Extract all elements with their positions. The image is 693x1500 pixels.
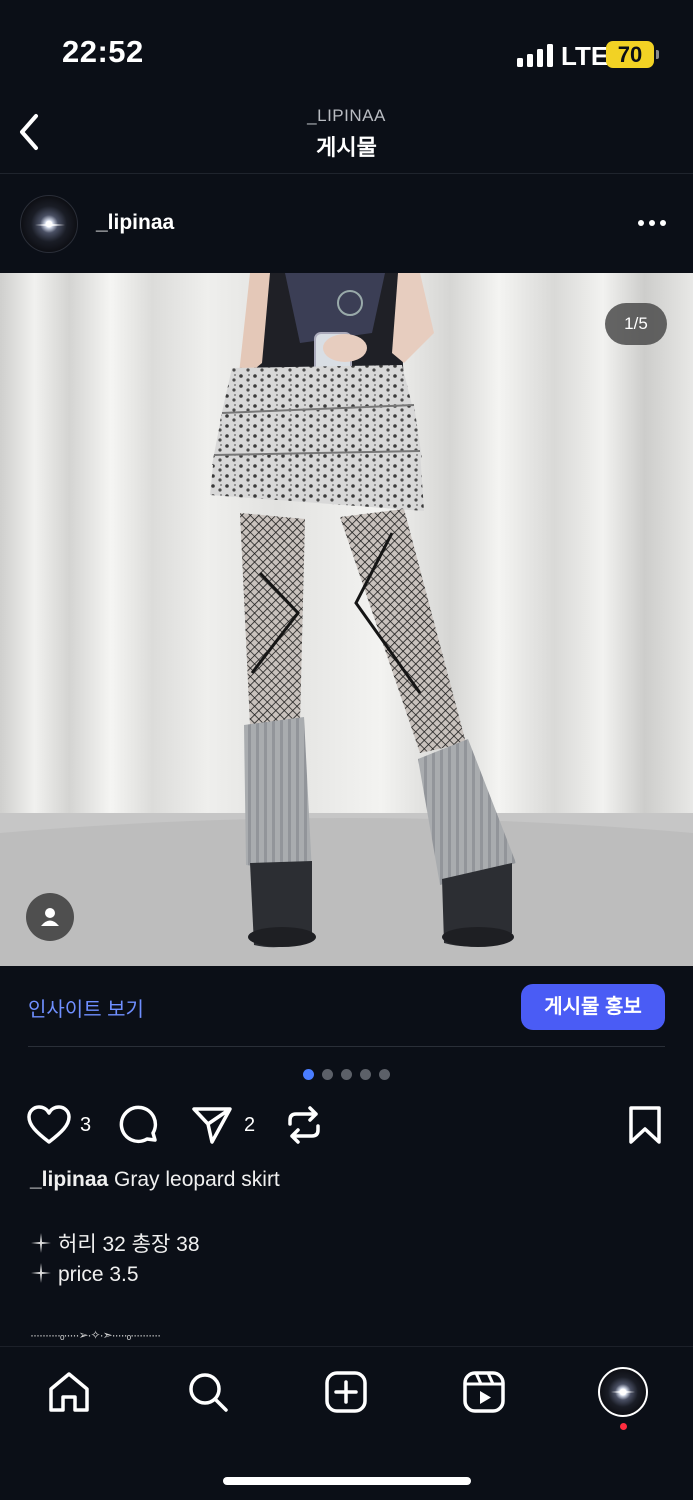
promote-post-button[interactable]: 게시물 홍보: [521, 984, 665, 1030]
repost-icon: [288, 1106, 320, 1144]
post-header: _lipinaa: [0, 175, 693, 273]
caption-line: price 3.5: [30, 1262, 139, 1287]
bookmark-icon: [629, 1106, 661, 1144]
tagged-people-button[interactable]: [26, 893, 74, 941]
carousel-indicator: [303, 1069, 393, 1081]
caption-text: Gray leopard skirt: [114, 1168, 280, 1191]
caption-line: 허리 32 총장 38: [30, 1228, 200, 1258]
comment-icon: [119, 1105, 158, 1144]
like-button[interactable]: [26, 1104, 72, 1146]
like-count[interactable]: 3: [80, 1114, 91, 1137]
sparkle-icon: [31, 1263, 51, 1283]
view-insights-link[interactable]: 인사이트 보기: [28, 993, 144, 1022]
sparkle-icon: [31, 1233, 51, 1253]
carousel-dot: [322, 1069, 333, 1080]
repost-button[interactable]: [284, 1104, 324, 1146]
carousel-dot: [360, 1069, 371, 1080]
home-indicator[interactable]: [223, 1477, 471, 1485]
save-button[interactable]: [626, 1104, 664, 1146]
photo-counter: 1/5: [605, 303, 667, 345]
bottom-nav: [0, 1346, 693, 1500]
carousel-dot: [341, 1069, 352, 1080]
post-photo[interactable]: 1/5: [0, 273, 693, 966]
share-count[interactable]: 2: [244, 1114, 255, 1137]
share-icon: [192, 1107, 232, 1144]
nav-create[interactable]: [323, 1369, 369, 1415]
notification-dot: [620, 1423, 627, 1430]
share-button[interactable]: [190, 1104, 234, 1146]
page-title: 게시물: [316, 135, 377, 160]
reels-icon: [463, 1371, 505, 1413]
more-button[interactable]: [632, 211, 672, 235]
battery-icon: 70: [606, 41, 654, 68]
header-username: _LIPINAA: [307, 106, 386, 125]
divider: [28, 1046, 665, 1047]
heart-icon: [27, 1105, 71, 1144]
caption-username[interactable]: _lipinaa: [30, 1168, 108, 1191]
create-icon: [325, 1371, 367, 1413]
photo-illustration: [0, 273, 693, 966]
post-username[interactable]: _lipinaa: [96, 211, 174, 235]
nav-search[interactable]: [185, 1369, 231, 1415]
search-icon: [189, 1373, 228, 1412]
more-icon: [638, 220, 644, 226]
top-nav: _LIPINAA 게시물: [0, 100, 693, 174]
carousel-dot-active: [303, 1069, 314, 1080]
post-caption: _lipinaa Gray leopard skirt: [30, 1168, 280, 1192]
avatar[interactable]: [20, 195, 78, 253]
network-type: LTE: [561, 41, 609, 71]
carousel-dot: [379, 1069, 390, 1080]
caption-ornament: ··········ₒ·····➢·✧·➣·····ₒ··········: [30, 1328, 161, 1342]
status-time: 22:52: [62, 34, 144, 69]
nav-reels[interactable]: [461, 1369, 507, 1415]
comment-button[interactable]: [117, 1104, 161, 1148]
person-tag-icon: [41, 908, 59, 926]
nav-profile-avatar[interactable]: [598, 1367, 648, 1417]
signal-icon: [517, 43, 553, 67]
post-screen: 22:52 LTE 70 _LIPINAA 게시물 _lipinaa 1/5 인…: [0, 0, 693, 1500]
nav-home[interactable]: [46, 1369, 92, 1415]
battery-nub: [656, 50, 659, 59]
status-bar: 22:52 LTE 70: [0, 0, 693, 100]
home-icon: [49, 1372, 89, 1412]
